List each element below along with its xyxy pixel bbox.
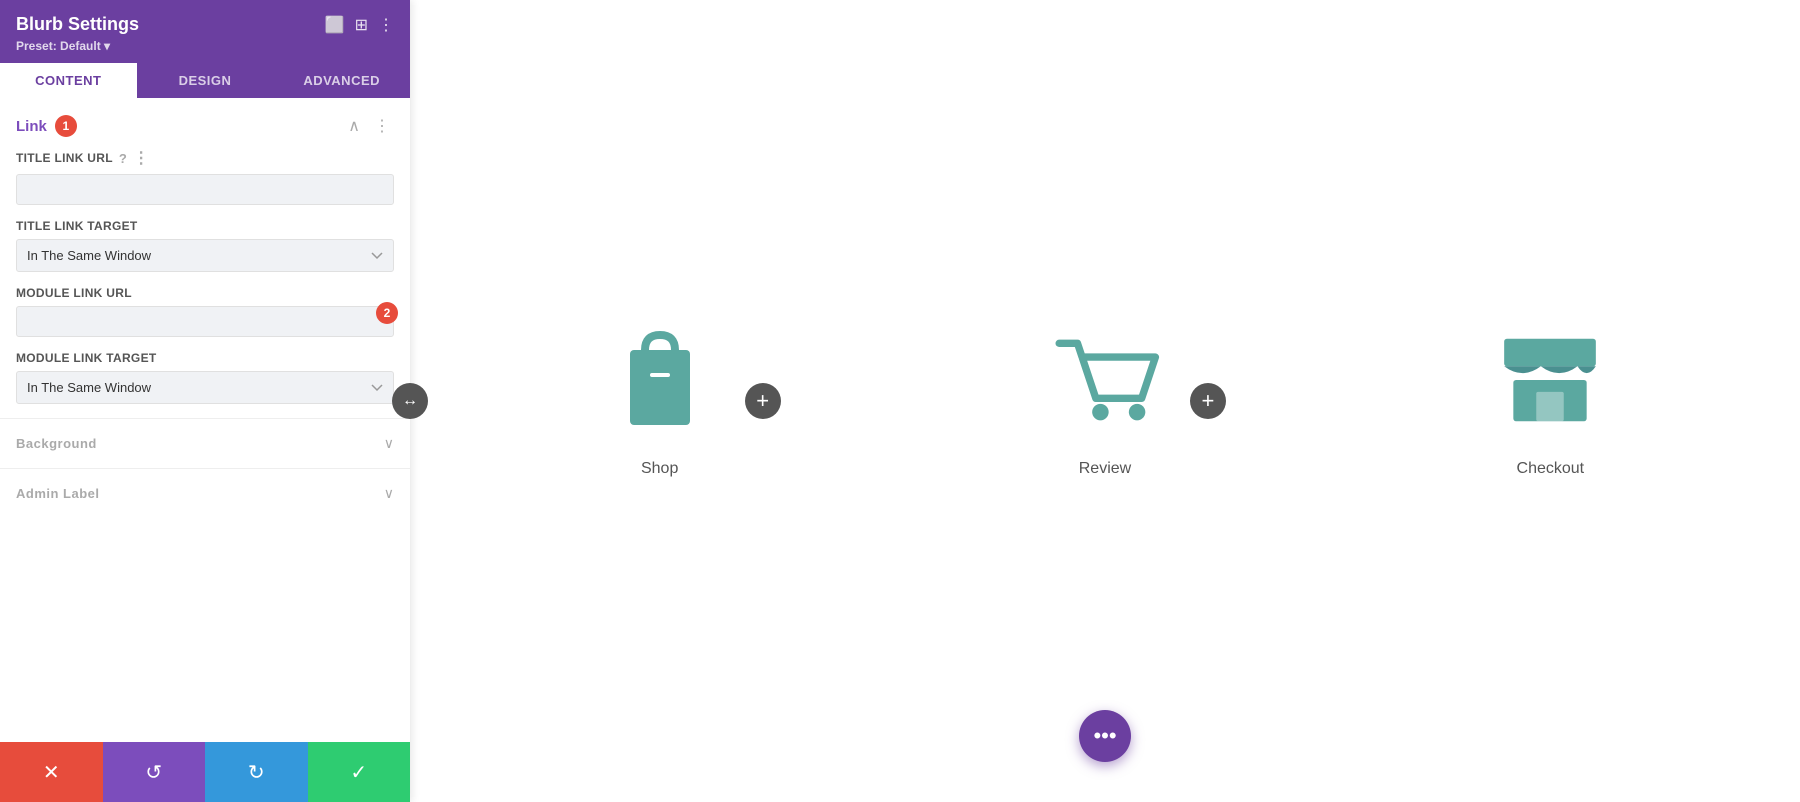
blurb-row-checkout: Checkout	[1495, 325, 1605, 478]
cancel-button[interactable]: ✕	[0, 742, 103, 802]
cancel-icon: ✕	[43, 760, 60, 785]
module-link-url-label: Module Link URL	[16, 286, 394, 300]
undo-icon: ↺	[145, 760, 162, 785]
module-link-url-input-wrap: 2	[16, 306, 394, 337]
tab-content[interactable]: Content	[0, 63, 137, 98]
blurb-row-review: Review +	[1050, 325, 1226, 478]
module-link-target-label: Module Link Target	[16, 351, 394, 365]
save-icon: ✓	[350, 760, 367, 785]
background-section[interactable]: Background ∨	[0, 418, 410, 468]
module-link-badge: 2	[376, 302, 398, 324]
title-link-url-help-icon[interactable]: ?	[119, 151, 127, 166]
blurb-item-checkout: Checkout	[1495, 325, 1605, 478]
module-link-url-group: Module Link URL 2	[16, 286, 394, 337]
blurb-row-shop: Shop +	[605, 325, 781, 478]
undo-button[interactable]: ↺	[103, 742, 206, 802]
store-icon	[1495, 325, 1605, 435]
save-button[interactable]: ✓	[308, 742, 411, 802]
cart-icon-wrap	[1050, 325, 1160, 440]
sidebar-tabs: Content Design Advanced	[0, 63, 410, 98]
title-link-url-more-icon[interactable]: ⋮	[133, 148, 149, 168]
sidebar-header-icons: ⬜ ⊞ ⋮	[325, 15, 394, 35]
more-vert-icon[interactable]: ⋮	[378, 15, 394, 35]
sidebar-title: Blurb Settings	[16, 14, 139, 35]
module-link-url-input[interactable]	[16, 306, 394, 337]
main-canvas: Shop + Review +	[410, 0, 1800, 802]
sidebar-bottom-toolbar: ✕ ↺ ↻ ✓	[0, 742, 410, 802]
admin-label-section[interactable]: Admin Label ∨	[0, 468, 410, 518]
settings-sidebar: Blurb Settings ⬜ ⊞ ⋮ Preset: Default ▾ C…	[0, 0, 410, 802]
store-icon-wrap	[1495, 325, 1605, 440]
cart-icon	[1050, 325, 1160, 435]
link-badge: 1	[55, 115, 77, 137]
checkout-label: Checkout	[1517, 460, 1585, 478]
title-link-target-label: Title Link Target	[16, 219, 394, 233]
expand-window-icon[interactable]: ⬜	[325, 15, 345, 35]
title-link-url-label: Title Link URL ? ⋮	[16, 148, 394, 168]
review-label: Review	[1079, 460, 1131, 478]
collapse-link-section-button[interactable]: ∧	[344, 114, 364, 138]
tab-advanced[interactable]: Advanced	[273, 63, 410, 98]
blurb-item-review: Review	[1050, 325, 1160, 478]
shop-icon-wrap	[605, 325, 715, 440]
admin-label-title: Admin Label	[16, 486, 100, 501]
link-section-header: Link 1 ∧ ⋮	[16, 98, 394, 148]
section-header-icons: ∧ ⋮	[344, 114, 394, 138]
columns-icon[interactable]: ⊞	[355, 15, 368, 35]
fab-menu-button[interactable]: •••	[1079, 710, 1131, 762]
sidebar-content: Link 1 ∧ ⋮ Title Link URL ? ⋮	[0, 98, 410, 742]
title-link-url-group: Title Link URL ? ⋮	[16, 148, 394, 205]
add-after-shop-button[interactable]: +	[745, 383, 781, 419]
add-after-review-button[interactable]: +	[1190, 383, 1226, 419]
title-link-target-group: Title Link Target In The Same Window In …	[16, 219, 394, 272]
resize-handle[interactable]: ↔	[392, 383, 428, 419]
link-section-title: Link	[16, 118, 47, 135]
resize-handle-icon: ↔	[402, 392, 418, 410]
sidebar-header: Blurb Settings ⬜ ⊞ ⋮ Preset: Default ▾	[0, 0, 410, 63]
section-title-row: Link 1	[16, 115, 77, 137]
background-title: Background	[16, 436, 97, 451]
module-link-target-select[interactable]: In The Same Window In A New Tab	[16, 371, 394, 404]
shop-icon	[605, 325, 715, 435]
link-section-more-button[interactable]: ⋮	[370, 114, 394, 138]
blurb-item-shop: Shop	[605, 325, 715, 478]
title-link-target-select[interactable]: In The Same Window In A New Tab	[16, 239, 394, 272]
module-link-target-group: Module Link Target In The Same Window In…	[16, 351, 394, 404]
fab-dots-icon: •••	[1093, 723, 1116, 749]
link-section: Link 1 ∧ ⋮ Title Link URL ? ⋮	[0, 98, 410, 404]
redo-button[interactable]: ↻	[205, 742, 308, 802]
redo-icon: ↻	[248, 760, 265, 785]
admin-label-chevron-icon: ∨	[384, 485, 394, 502]
shop-label: Shop	[641, 460, 678, 478]
preset-label[interactable]: Preset: Default ▾	[16, 39, 394, 53]
background-chevron-icon: ∨	[384, 435, 394, 452]
title-link-url-input[interactable]	[16, 174, 394, 205]
tab-design[interactable]: Design	[137, 63, 274, 98]
